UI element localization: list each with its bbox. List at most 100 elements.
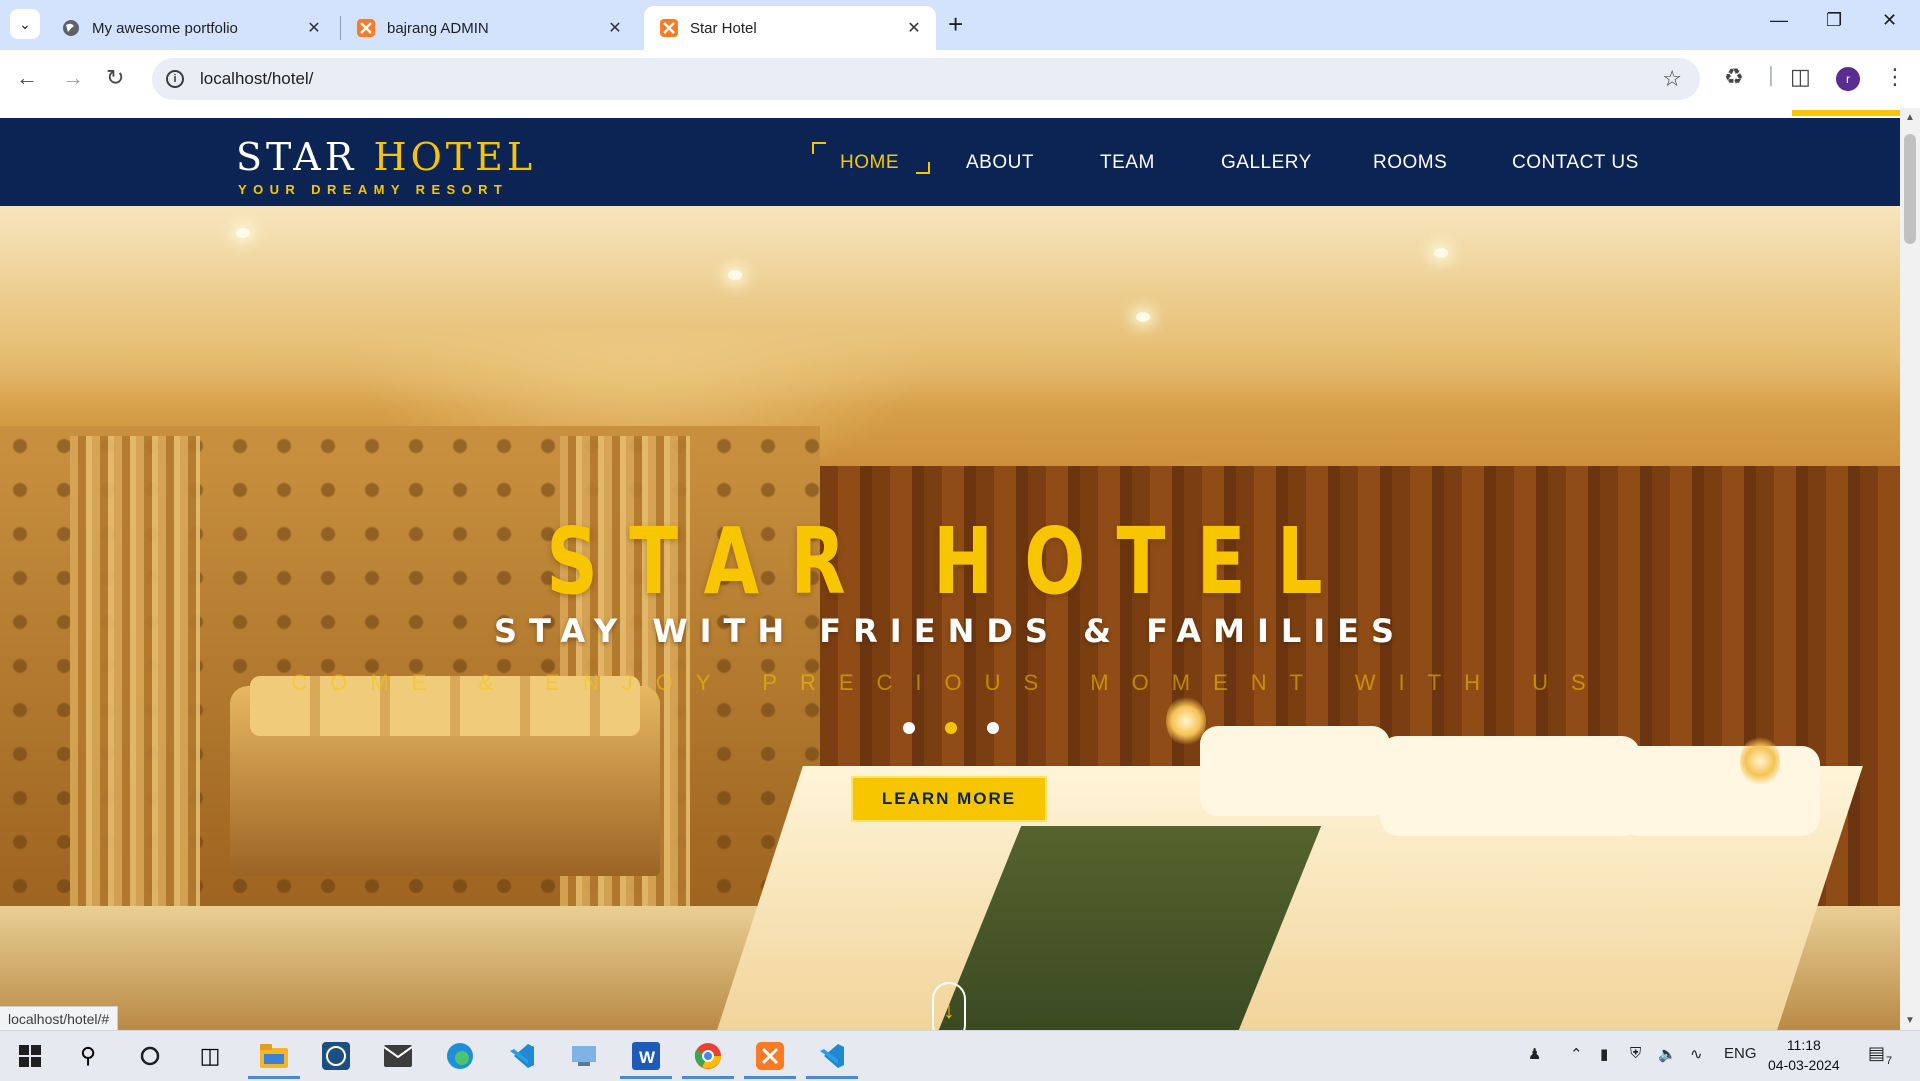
scroll-up-arrow-icon[interactable]: ▲	[1905, 112, 1915, 123]
logo-word-hotel: HOTEL	[373, 135, 537, 179]
page-scrollbar[interactable]: ▲ ▼	[1900, 108, 1920, 1030]
tab-search-button[interactable]: ⌄	[10, 9, 40, 39]
tab-bajrang-admin[interactable]: bajrang ADMIN ✕	[341, 6, 637, 50]
tab-portfolio[interactable]: My awesome portfolio ✕	[46, 6, 336, 50]
xampp-taskbar-icon[interactable]	[744, 1039, 796, 1079]
active-app-indicator	[620, 1076, 672, 1079]
system-clock[interactable]: 11:18 04-03-2024	[1768, 1035, 1840, 1075]
active-nav-bracket-top	[812, 142, 826, 154]
close-window-icon[interactable]: ✕	[1882, 10, 1897, 31]
minimize-icon[interactable]: —	[1770, 10, 1788, 31]
restore-icon[interactable]: ❐	[1826, 10, 1842, 31]
close-icon[interactable]: ✕	[902, 18, 926, 38]
tab-star-hotel[interactable]: Star Hotel ✕	[644, 6, 936, 50]
ceiling-light	[728, 270, 742, 280]
address-bar[interactable]: i localhost/hotel/ ☆	[152, 58, 1700, 100]
back-arrow-icon[interactable]: ←	[16, 66, 38, 90]
logo-word-star: STAR	[236, 135, 358, 179]
ceiling-light	[236, 228, 250, 238]
close-icon[interactable]: ✕	[603, 18, 627, 38]
side-panel-icon[interactable]: ◫	[1790, 64, 1811, 90]
app-window-icon[interactable]	[564, 1039, 604, 1073]
notification-center-icon[interactable]: ▤	[1868, 1043, 1885, 1064]
active-nav-bracket-bottom	[916, 162, 930, 174]
windows-start-icon[interactable]	[10, 1039, 50, 1073]
tab-title: bajrang ADMIN	[387, 19, 489, 37]
battery-icon[interactable]: ▮	[1600, 1045, 1608, 1063]
toolbar-divider: |	[1768, 62, 1774, 87]
windows-taskbar: ⚲ ◫ W ♟ ⌃ ▮ ⛨ 🔈 ∿ ENG 11:18 04-03-2024 ▤…	[0, 1030, 1920, 1081]
nav-contact-us[interactable]: CONTACT US	[1512, 152, 1639, 174]
hero-subtitle: STAY WITH FRIENDS & FAMILIES	[493, 612, 1407, 650]
site-info-icon[interactable]: i	[166, 70, 184, 88]
mail-icon[interactable]	[378, 1039, 418, 1073]
vscode-icon[interactable]	[502, 1039, 542, 1073]
search-icon[interactable]: ⚲	[68, 1039, 108, 1073]
pillow	[1200, 726, 1390, 816]
notification-count: 7	[1886, 1055, 1893, 1067]
hero-ceiling	[0, 206, 1900, 406]
svg-text:W: W	[639, 1048, 656, 1067]
status-bar-link: localhost/hotel/#	[0, 1006, 119, 1032]
site-logo[interactable]: STAR HOTEL	[236, 138, 536, 176]
wall-lamp	[1740, 736, 1780, 786]
reload-icon[interactable]: ↻	[106, 66, 124, 90]
hero-title: STAR HOTEL	[546, 508, 1354, 615]
page-viewport: STAR HOTEL YOUR DREAMY RESORT HOME ABOUT…	[0, 108, 1900, 1030]
clock-date: 04-03-2024	[1768, 1057, 1840, 1073]
volume-icon[interactable]: 🔈	[1658, 1045, 1677, 1063]
bookmark-star-icon[interactable]: ☆	[1662, 66, 1682, 92]
nav-about[interactable]: ABOUT	[966, 152, 1034, 174]
ceiling-light	[1136, 312, 1150, 322]
pillow	[1380, 736, 1640, 836]
hero-tagline: COME & ENJOY PRECIOUS MOMENT WITH US	[291, 670, 1609, 695]
xampp-icon	[660, 19, 678, 37]
xampp-icon	[357, 19, 375, 37]
site-navbar: STAR HOTEL YOUR DREAMY RESORT HOME ABOUT…	[0, 118, 1900, 206]
extensions-icon[interactable]: ♻	[1724, 64, 1744, 90]
slider-dot-2[interactable]	[945, 722, 957, 734]
task-view-icon[interactable]: ◫	[190, 1039, 230, 1073]
vscode-second-icon[interactable]	[806, 1039, 858, 1079]
chevron-down-icon: ⌄	[19, 15, 31, 32]
learn-more-button[interactable]: LEARN MORE	[851, 776, 1047, 822]
cortana-icon[interactable]	[130, 1039, 170, 1073]
new-tab-icon[interactable]: +	[948, 11, 963, 37]
active-app-indicator	[744, 1076, 796, 1079]
nav-gallery[interactable]: GALLERY	[1221, 152, 1312, 174]
globe-icon	[62, 19, 80, 37]
active-app-indicator	[682, 1076, 734, 1079]
nav-team[interactable]: TEAM	[1100, 152, 1155, 174]
url-text[interactable]: localhost/hotel/	[200, 69, 313, 89]
menu-kebab-icon[interactable]: ⋮	[1884, 64, 1906, 90]
nav-home[interactable]: HOME	[840, 152, 899, 174]
nav-accent-bar	[1792, 110, 1900, 116]
file-explorer-icon[interactable]	[248, 1039, 300, 1079]
nav-rooms[interactable]: ROOMS	[1373, 152, 1447, 174]
slider-dot-3[interactable]	[987, 722, 999, 734]
forward-arrow-icon[interactable]: →	[62, 66, 84, 90]
people-icon[interactable]: ♟	[1528, 1045, 1541, 1063]
wifi-icon[interactable]: ∿	[1690, 1045, 1703, 1063]
chrome-icon[interactable]	[682, 1039, 734, 1079]
word-icon[interactable]: W	[620, 1039, 672, 1079]
tab-title: My awesome portfolio	[92, 19, 238, 37]
arrow-down-icon: ↓	[943, 998, 955, 1023]
ceiling-light	[1434, 248, 1448, 258]
profile-avatar[interactable]: r	[1836, 67, 1860, 91]
curtain-left	[70, 436, 200, 956]
scroll-down-button[interactable]: ↓	[932, 982, 966, 1030]
wall-lamp	[1166, 696, 1206, 746]
dell-icon[interactable]	[316, 1039, 356, 1073]
language-indicator[interactable]: ENG	[1724, 1045, 1757, 1062]
scroll-down-arrow-icon[interactable]: ▼	[1905, 1015, 1915, 1026]
slider-dot-1[interactable]	[903, 722, 915, 734]
show-hidden-icons-chevron-icon[interactable]: ⌃	[1570, 1045, 1583, 1063]
clock-time: 11:18	[1786, 1037, 1821, 1053]
security-shield-icon[interactable]: ⛨	[1630, 1045, 1641, 1062]
edge-icon[interactable]	[440, 1039, 480, 1073]
scrollbar-thumb[interactable]	[1904, 134, 1916, 244]
pillow	[1620, 746, 1820, 836]
tab-title: Star Hotel	[690, 19, 757, 37]
close-icon[interactable]: ✕	[302, 18, 326, 38]
